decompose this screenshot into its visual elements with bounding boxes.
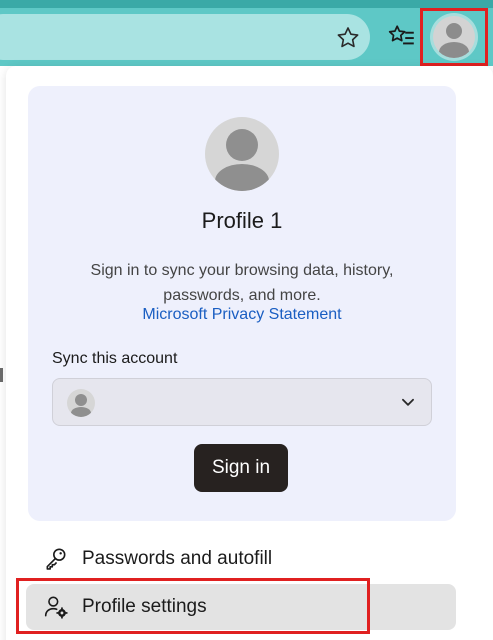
sync-account-label: Sync this account [52,350,178,367]
address-bar[interactable] [0,14,370,60]
highlight-annotation [16,578,370,634]
toolbar-top-strip [0,0,493,8]
browser-toolbar [0,0,493,66]
star-outline-icon [337,27,359,48]
add-favorite-button[interactable] [332,22,364,54]
chevron-down-icon [402,398,414,406]
account-avatar-icon [67,389,95,417]
favorites-button[interactable] [385,20,419,54]
profile-button[interactable] [420,8,488,66]
menu-item-passwords-autofill[interactable]: Passwords and autofill [26,536,456,582]
privacy-statement-link[interactable]: Microsoft Privacy Statement [28,306,456,324]
profile-large-avatar-icon [205,117,279,191]
browser-window: Profile 1 Sign in to sync your browsing … [0,0,493,640]
sync-description: Sign in to sync your browsing data, hist… [90,262,394,304]
sign-in-button[interactable]: Sign in [194,444,288,492]
key-icon [42,545,70,573]
profile-avatar-icon [433,16,475,58]
favorites-list-icon [388,25,414,45]
menu-item-label: Passwords and autofill [82,548,273,569]
profile-name: Profile 1 [201,208,283,233]
page-edge-mark [0,368,3,382]
sync-account-dropdown[interactable] [52,378,432,426]
